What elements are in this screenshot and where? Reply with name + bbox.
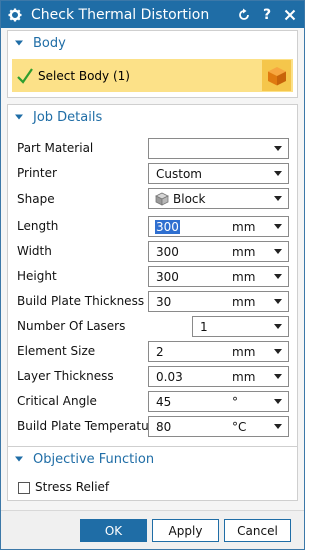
apply-button[interactable]: Apply [152, 519, 219, 542]
height-value: 300 [156, 269, 179, 284]
objective-header[interactable]: Objective Function [8, 447, 297, 471]
build-plate-temperature-input[interactable]: 80 °C [148, 416, 289, 437]
critical-angle-value: 45 [156, 394, 172, 409]
body-section-title: Body [33, 35, 66, 51]
build-plate-thickness-input[interactable]: 30 mm [148, 291, 289, 312]
build-plate-temperature-value: 80 [156, 419, 172, 434]
gear-icon[interactable] [7, 7, 23, 23]
body-section: Body Select Body (1) [7, 30, 298, 98]
dialog-footer: OK Apply Cancel [1, 510, 304, 549]
layer-thickness-value: 0.03 [156, 369, 183, 384]
number-of-lasers-select[interactable]: 1 [192, 316, 289, 337]
dropdown-arrow-icon [274, 196, 282, 201]
layer-thickness-input[interactable]: 0.03 mm [148, 366, 289, 387]
length-input[interactable]: 300 mm [148, 216, 289, 237]
dropdown-arrow-icon [274, 349, 282, 354]
dropdown-arrow-icon [274, 249, 282, 254]
shape-value: Block [173, 191, 206, 206]
body-selector-button[interactable] [262, 60, 291, 91]
number-of-lasers-label: Number Of Lasers [17, 319, 126, 333]
dialog-content: Body Select Body (1) Job Details Part Ma… [1, 28, 304, 549]
layer-thickness-unit: mm [232, 369, 256, 384]
shape-select[interactable]: Block [148, 188, 289, 209]
height-label: Height [17, 269, 57, 283]
cancel-button[interactable]: Cancel [224, 519, 291, 542]
length-value: 300 [155, 219, 180, 234]
width-unit: mm [232, 244, 256, 259]
dropdown-arrow-icon [274, 299, 282, 304]
select-body-label: Select Body (1) [38, 68, 130, 83]
length-unit: mm [232, 219, 256, 234]
critical-angle-input[interactable]: 45 ° [148, 391, 289, 412]
height-unit: mm [232, 269, 256, 284]
build-plate-thickness-value: 30 [156, 294, 172, 309]
stress-relief-checkbox[interactable] [18, 482, 30, 494]
element-size-input[interactable]: 2 mm [148, 341, 289, 362]
shape-label: Shape [17, 192, 55, 206]
number-of-lasers-value: 1 [200, 319, 208, 334]
dropdown-arrow-icon [274, 171, 282, 176]
cube-icon [267, 66, 286, 85]
job-details-title: Job Details [33, 109, 103, 125]
element-size-value: 2 [156, 344, 164, 359]
help-icon[interactable]: ? [259, 7, 275, 23]
close-icon[interactable] [282, 7, 298, 23]
dropdown-arrow-icon [274, 224, 282, 229]
critical-angle-label: Critical Angle [17, 394, 97, 408]
printer-label: Printer [17, 166, 57, 180]
dialog-window: Check Thermal Distortion ? Body Select B… [0, 0, 305, 550]
element-size-unit: mm [232, 344, 256, 359]
build-plate-thickness-unit: mm [232, 294, 256, 309]
chevron-down-icon [15, 40, 23, 46]
dropdown-arrow-icon [274, 274, 282, 279]
dropdown-arrow-icon [274, 399, 282, 404]
build-plate-temperature-unit: °C [232, 419, 247, 434]
window-title: Check Thermal Distortion [31, 6, 210, 23]
dropdown-arrow-icon [274, 146, 282, 151]
dropdown-arrow-icon [274, 324, 282, 329]
dropdown-arrow-icon [274, 424, 282, 429]
build-plate-temperature-label: Build Plate Temperature [17, 419, 161, 433]
width-input[interactable]: 300 mm [148, 241, 289, 262]
body-section-header[interactable]: Body [8, 31, 297, 55]
width-value: 300 [156, 244, 179, 259]
block-icon [155, 192, 169, 206]
chevron-down-icon [15, 456, 23, 462]
job-details-header[interactable]: Job Details [8, 105, 297, 129]
dropdown-arrow-icon [274, 374, 282, 379]
select-body-row[interactable]: Select Body (1) [12, 59, 293, 92]
objective-section: Objective Function Stress Relief [7, 446, 298, 501]
reset-icon[interactable] [236, 7, 252, 23]
layer-thickness-label: Layer Thickness [17, 369, 114, 383]
printer-select[interactable]: Custom [148, 163, 289, 184]
height-input[interactable]: 300 mm [148, 266, 289, 287]
title-bar: Check Thermal Distortion ? [1, 1, 304, 28]
part-material-label: Part Material [17, 141, 94, 155]
job-details-section: Job Details Part Material Printer Custom… [7, 104, 298, 464]
ok-button[interactable]: OK [80, 519, 147, 542]
part-material-select[interactable] [148, 138, 289, 159]
printer-value: Custom [156, 166, 202, 181]
stress-relief-label: Stress Relief [35, 480, 110, 494]
width-label: Width [17, 244, 52, 258]
element-size-label: Element Size [17, 344, 96, 358]
critical-angle-unit: ° [232, 394, 238, 409]
build-plate-thickness-label: Build Plate Thickness [17, 294, 145, 308]
objective-title: Objective Function [33, 451, 155, 467]
chevron-down-icon [15, 114, 23, 120]
checkmark-icon [17, 67, 33, 84]
length-label: Length [17, 219, 59, 233]
